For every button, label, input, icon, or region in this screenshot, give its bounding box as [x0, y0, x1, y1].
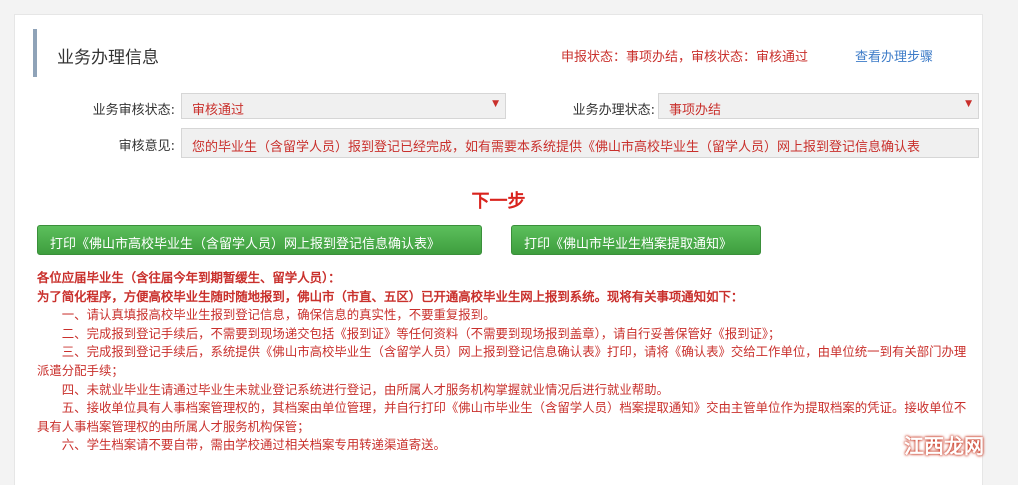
notice-item: 六、学生档案请不要自带，需由学校通过相关档案专用转递渠道寄送。: [61, 437, 446, 453]
review-status-label: 业务审核状态:: [92, 103, 175, 118]
notice-heading-1: 各位应届毕业生（含往届今年到期暂缓生、留学人员）：: [37, 270, 341, 285]
process-status-value: 事项办结: [669, 103, 722, 118]
print-confirmation-button[interactable]: 打印《佛山市高校毕业生（含留学人员）网上报到登记信息确认表》: [37, 225, 482, 255]
opinion-label: 审核意见:: [118, 139, 175, 154]
notice-item: 二、完成报到登记手续后，不需要到现场递交包括《报到证》等任何资料（不需要到现场报…: [61, 325, 781, 341]
section-accent-bar: [33, 29, 37, 77]
site-watermark: 江西龙网: [904, 434, 984, 458]
process-status-select[interactable]: 事项办结 ▼: [658, 93, 979, 119]
notice-section: 各位应届毕业生（含往届今年到期暂缓生、留学人员）： 为了简化程序，方便高校毕业生…: [37, 269, 977, 455]
business-info-panel: 业务办理信息 申报状态：事项办结，审核状态：审核通过 查看办理步骤 业务审核状态…: [14, 14, 983, 485]
review-status-select[interactable]: 审核通过 ▼: [181, 93, 506, 119]
notice-heading-2: 为了简化程序，方便高校毕业生随时随地报到，佛山市（市直、五区）已开通高校毕业生网…: [37, 288, 744, 304]
view-steps-link[interactable]: 查看办理步骤: [855, 46, 933, 65]
notice-item: 三、完成报到登记手续后，系统提供《佛山市高校毕业生（含留学人员）网上报到登记信息…: [37, 344, 967, 378]
process-status-label: 业务办理状态:: [572, 103, 655, 118]
section-title: 业务办理信息: [57, 48, 159, 68]
declaration-status-text: 申报状态：事项办结，审核状态：审核通过: [561, 50, 809, 65]
dropdown-caret-icon: ▼: [965, 99, 972, 109]
dropdown-caret-icon: ▼: [492, 99, 499, 109]
notice-item: 五、接收单位具有人事档案管理权的，其档案由单位管理，并自行打印《佛山市毕业生（含…: [37, 400, 967, 434]
notice-item: 四、未就业毕业生请通过毕业生未就业登记系统进行登记，由所属人才服务机构掌握就业情…: [61, 381, 669, 397]
opinion-field[interactable]: 您的毕业生（含留学人员）报到登记已经完成，如有需要本系统提供《佛山市高校毕业生（…: [181, 128, 979, 158]
notice-item: 一、请认真填报高校毕业生报到登记信息，确保信息的真实性，不要重复报到。: [61, 307, 496, 323]
review-status-value: 审核通过: [192, 103, 245, 118]
section-header: 业务办理信息 申报状态：事项办结，审核状态：审核通过 查看办理步骤: [33, 29, 963, 77]
next-step-heading: 下一步: [471, 191, 526, 212]
print-archive-notice-button[interactable]: 打印《佛山市毕业生档案提取通知》: [511, 225, 761, 255]
